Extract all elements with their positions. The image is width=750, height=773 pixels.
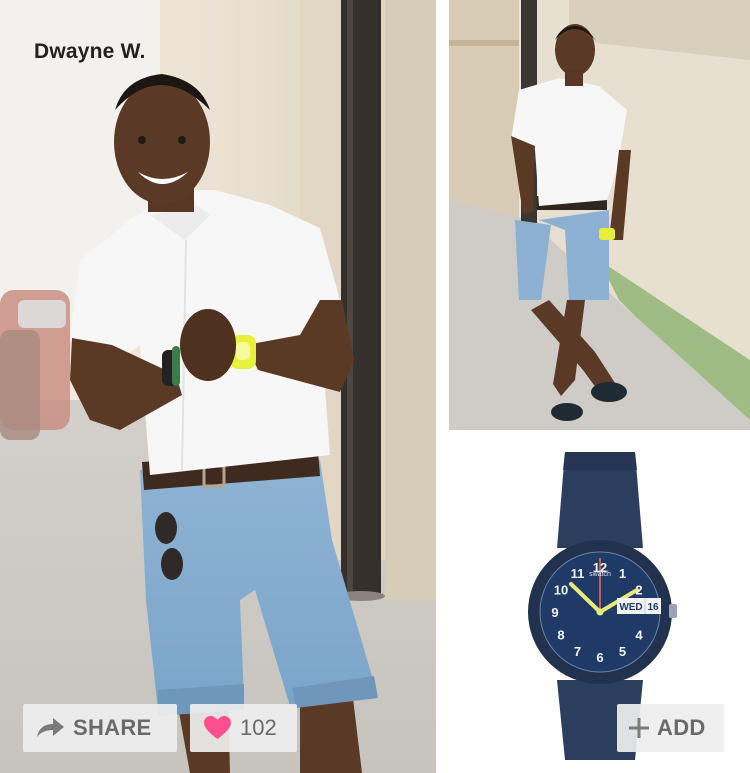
share-arrow-icon bbox=[35, 717, 65, 739]
dial-numeral: 7 bbox=[574, 644, 581, 659]
heart-icon bbox=[204, 716, 231, 740]
dial-numeral: 6 bbox=[596, 650, 603, 665]
main-outfit-photo[interactable]: Dwayne W. SHARE 102 bbox=[0, 0, 436, 773]
watch-day-label: WED bbox=[619, 602, 642, 613]
dial-numeral: 5 bbox=[619, 644, 626, 659]
dial-numeral: 1 bbox=[619, 566, 626, 581]
add-button[interactable]: ADD bbox=[617, 704, 724, 752]
dial-numeral: 11 bbox=[571, 566, 585, 581]
plus-icon bbox=[629, 718, 649, 738]
share-label: SHARE bbox=[73, 715, 152, 740]
dial-numeral: 10 bbox=[554, 583, 568, 598]
share-button[interactable]: SHARE bbox=[23, 704, 177, 752]
dial-numeral: 8 bbox=[557, 628, 564, 643]
side-photo-image bbox=[449, 0, 750, 430]
add-label: ADD bbox=[657, 715, 706, 740]
author-name[interactable]: Dwayne W. bbox=[34, 40, 146, 64]
dial-numeral: 9 bbox=[551, 605, 558, 620]
watch-brand-logo: swatch bbox=[589, 571, 611, 578]
like-button[interactable]: 102 bbox=[190, 704, 297, 752]
dial-numeral: 2 bbox=[635, 583, 642, 598]
secondary-outfit-photo[interactable] bbox=[449, 0, 750, 430]
main-photo-image bbox=[0, 0, 436, 773]
like-count: 102 bbox=[240, 715, 277, 740]
dial-numeral: 4 bbox=[635, 628, 643, 643]
watch-date-label: 16 bbox=[647, 602, 659, 613]
